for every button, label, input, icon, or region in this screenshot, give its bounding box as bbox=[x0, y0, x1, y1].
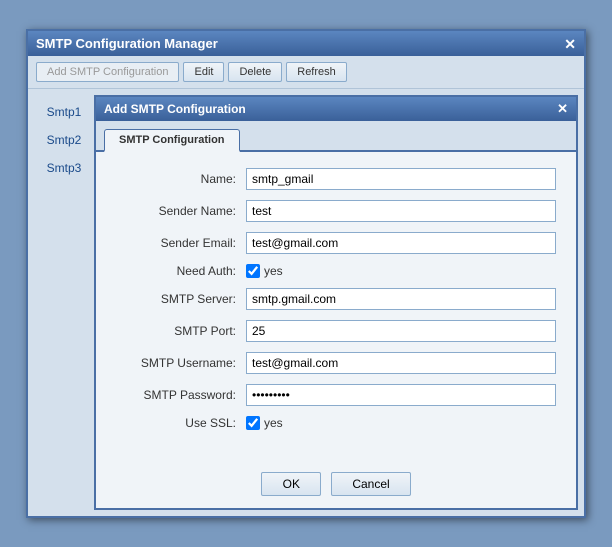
smtp-username-row: SMTP Username: bbox=[116, 352, 556, 374]
delete-button[interactable]: Delete bbox=[228, 62, 282, 82]
need-auth-label: Need Auth: bbox=[116, 264, 246, 278]
use-ssl-row: Use SSL: yes bbox=[116, 416, 556, 430]
smtp-password-row: SMTP Password: bbox=[116, 384, 556, 406]
need-auth-text: yes bbox=[264, 264, 283, 278]
sender-name-input[interactable] bbox=[246, 200, 556, 222]
smtp-password-input[interactable] bbox=[246, 384, 556, 406]
inner-window-title: Add SMTP Configuration bbox=[104, 102, 246, 116]
outer-window: SMTP Configuration Manager ✕ Add SMTP Co… bbox=[26, 29, 586, 518]
use-ssl-label: Use SSL: bbox=[116, 416, 246, 430]
sidebar: Smtp1 Smtp2 Smtp3 bbox=[34, 95, 94, 510]
tab-bar: SMTP Configuration bbox=[96, 121, 576, 152]
name-input[interactable] bbox=[246, 168, 556, 190]
use-ssl-checkbox-row: yes bbox=[246, 416, 283, 430]
ok-button[interactable]: OK bbox=[261, 472, 321, 496]
inner-close-button[interactable]: ✕ bbox=[557, 101, 568, 117]
smtp-username-input[interactable] bbox=[246, 352, 556, 374]
smtp-server-label: SMTP Server: bbox=[116, 292, 246, 306]
smtp-port-input[interactable] bbox=[246, 320, 556, 342]
inner-window: Add SMTP Configuration ✕ SMTP Configurat… bbox=[94, 95, 578, 510]
sender-email-label: Sender Email: bbox=[116, 236, 246, 250]
outer-close-button[interactable]: ✕ bbox=[564, 37, 576, 51]
smtp-server-input[interactable] bbox=[246, 288, 556, 310]
inner-titlebar: Add SMTP Configuration ✕ bbox=[96, 97, 576, 121]
use-ssl-checkbox[interactable] bbox=[246, 416, 260, 430]
name-row: Name: bbox=[116, 168, 556, 190]
smtp-port-label: SMTP Port: bbox=[116, 324, 246, 338]
cancel-button[interactable]: Cancel bbox=[331, 472, 410, 496]
sender-name-label: Sender Name: bbox=[116, 204, 246, 218]
refresh-button[interactable]: Refresh bbox=[286, 62, 347, 82]
edit-button[interactable]: Edit bbox=[183, 62, 224, 82]
name-label: Name: bbox=[116, 172, 246, 186]
sender-email-input[interactable] bbox=[246, 232, 556, 254]
smtp-server-row: SMTP Server: bbox=[116, 288, 556, 310]
outer-window-title: SMTP Configuration Manager bbox=[36, 36, 218, 51]
tab-smtp-configuration[interactable]: SMTP Configuration bbox=[104, 129, 240, 152]
sidebar-item-smtp2[interactable]: Smtp2 bbox=[34, 127, 94, 153]
need-auth-checkbox-row: yes bbox=[246, 264, 283, 278]
need-auth-checkbox[interactable] bbox=[246, 264, 260, 278]
form-footer: OK Cancel bbox=[96, 456, 576, 508]
smtp-username-label: SMTP Username: bbox=[116, 356, 246, 370]
add-smtp-button[interactable]: Add SMTP Configuration bbox=[36, 62, 179, 82]
smtp-port-row: SMTP Port: bbox=[116, 320, 556, 342]
smtp-password-label: SMTP Password: bbox=[116, 388, 246, 402]
sender-name-row: Sender Name: bbox=[116, 200, 556, 222]
sidebar-item-smtp1[interactable]: Smtp1 bbox=[34, 99, 94, 125]
outer-toolbar: Add SMTP Configuration Edit Delete Refre… bbox=[28, 56, 584, 89]
need-auth-row: Need Auth: yes bbox=[116, 264, 556, 278]
outer-content: Smtp1 Smtp2 Smtp3 Add SMTP Configuration… bbox=[28, 89, 584, 516]
outer-titlebar: SMTP Configuration Manager ✕ bbox=[28, 31, 584, 56]
form-area: Name: Sender Name: Sender Email: Need Au… bbox=[96, 152, 576, 456]
use-ssl-text: yes bbox=[264, 416, 283, 430]
sidebar-item-smtp3[interactable]: Smtp3 bbox=[34, 155, 94, 181]
sender-email-row: Sender Email: bbox=[116, 232, 556, 254]
